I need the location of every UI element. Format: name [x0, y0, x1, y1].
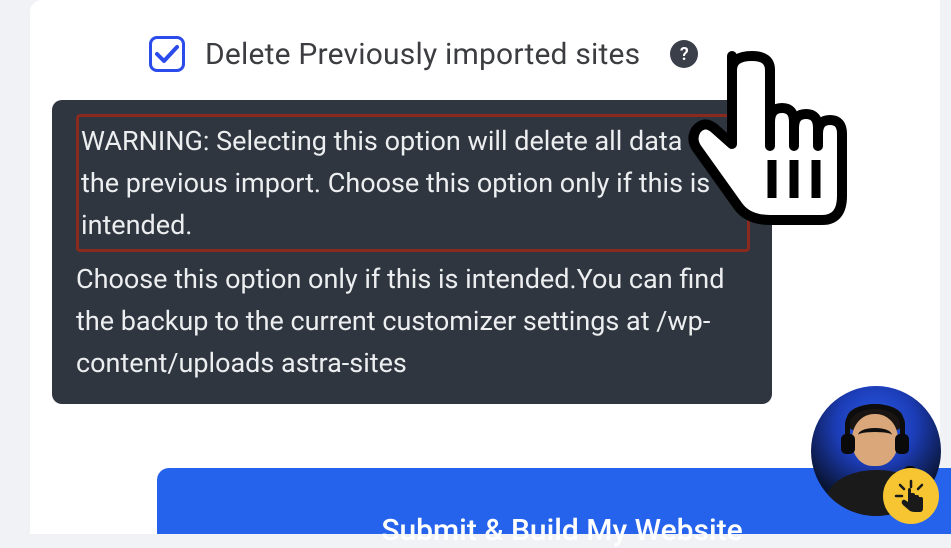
help-icon[interactable]: ?: [670, 40, 698, 68]
tooltip-warning-text: WARNING: Selecting this option will dele…: [76, 114, 750, 252]
tap-badge-icon: [883, 468, 939, 524]
delete-imported-checkbox[interactable]: [149, 36, 185, 72]
main-panel: Delete Previously imported sites ? WARNI…: [30, 0, 940, 534]
tooltip-body-text: Choose this option only if this is inten…: [76, 258, 750, 384]
warning-tooltip: WARNING: Selecting this option will dele…: [52, 100, 772, 404]
help-icon-glyph: ?: [680, 44, 689, 65]
submit-label: Submit & Build My Website: [381, 513, 742, 548]
checkmark-icon: [155, 44, 179, 64]
delete-imported-row: Delete Previously imported sites ?: [149, 36, 698, 72]
delete-imported-label: Delete Previously imported sites: [205, 37, 640, 72]
